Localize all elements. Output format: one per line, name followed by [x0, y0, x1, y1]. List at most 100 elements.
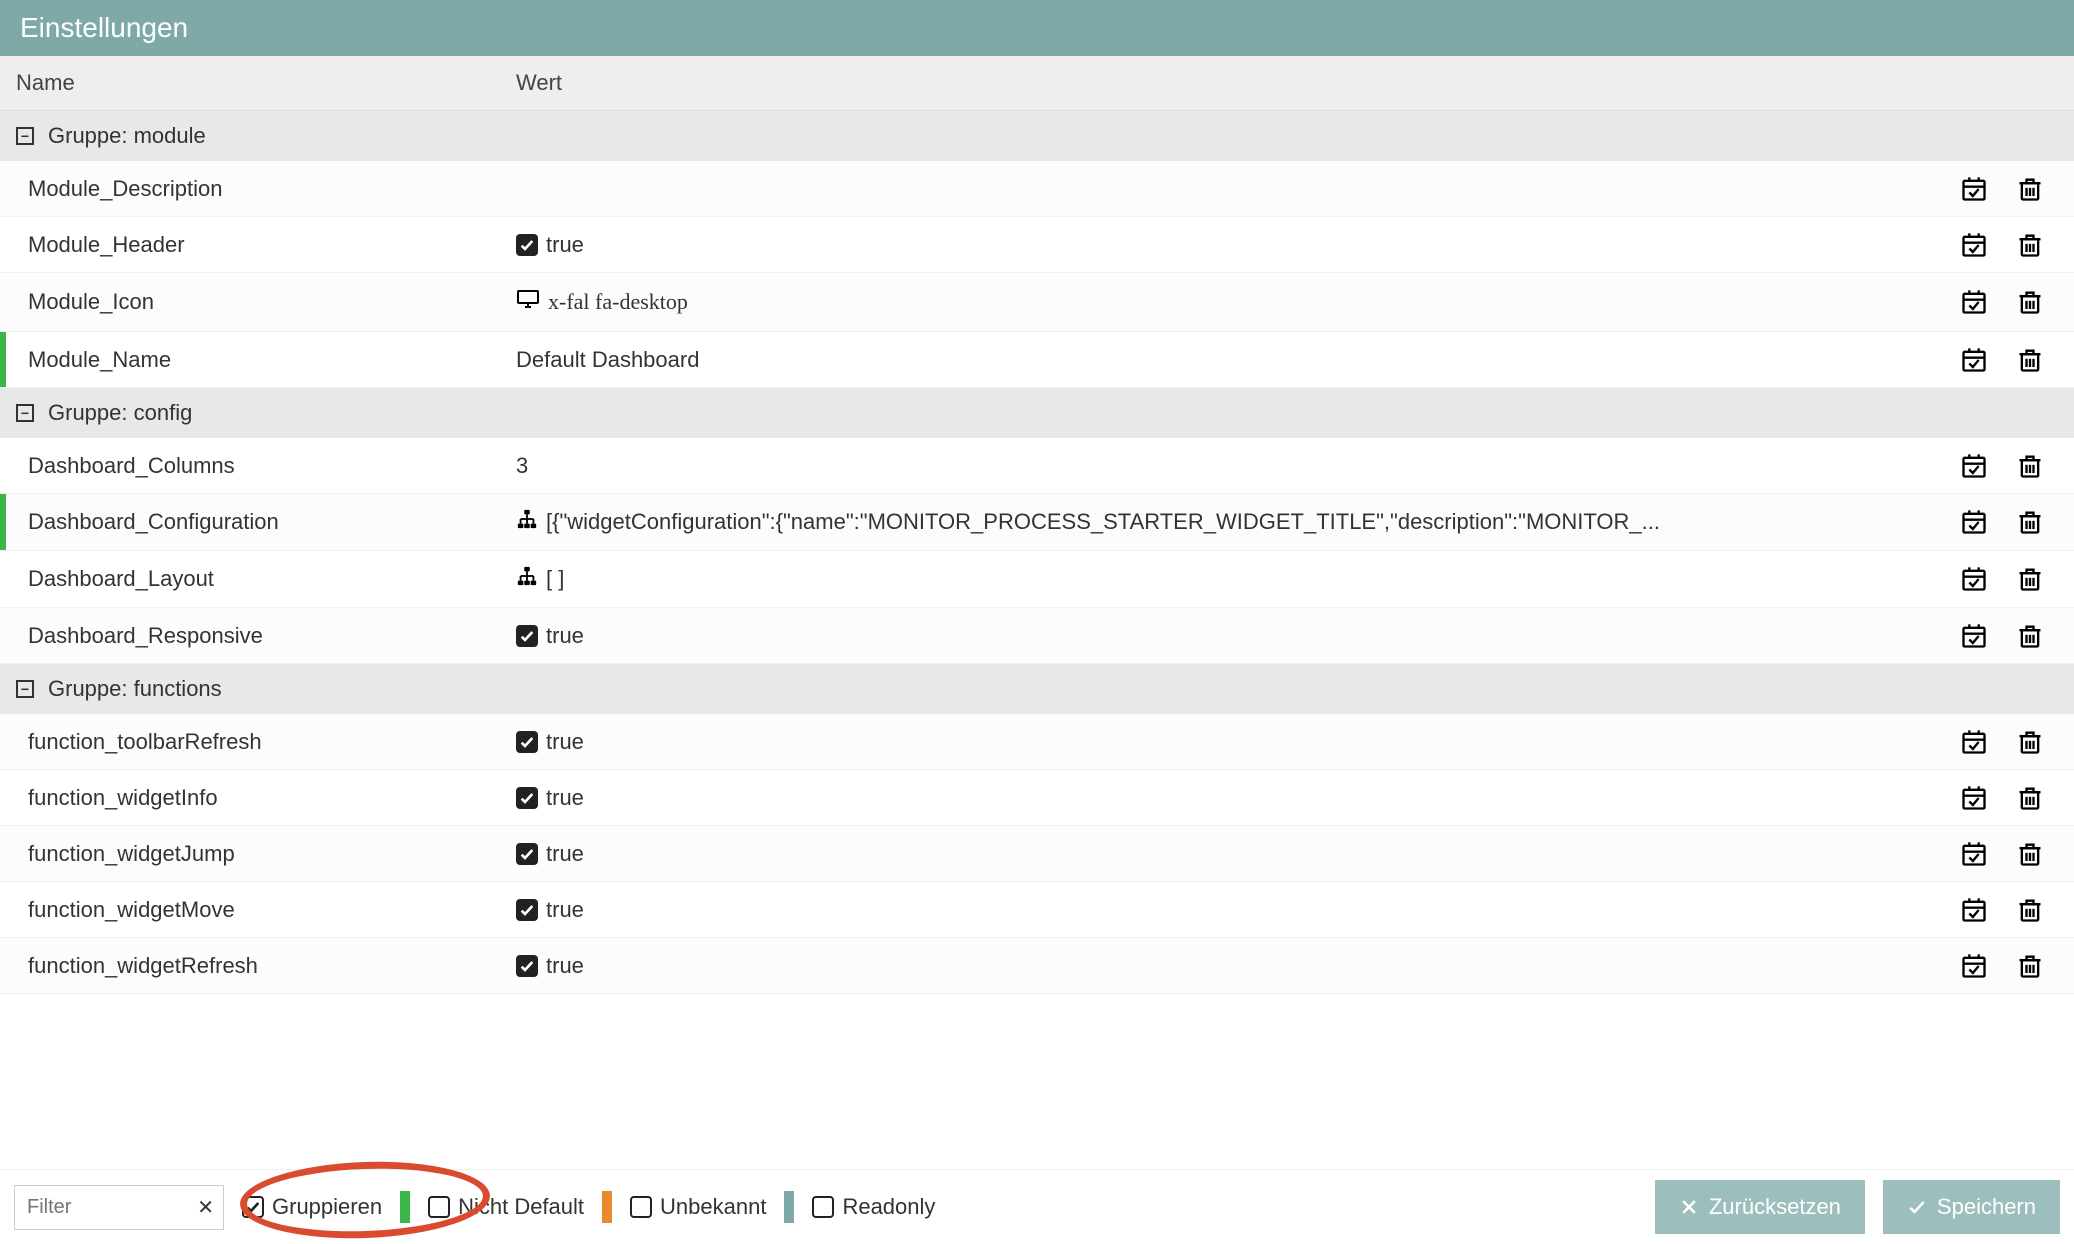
- group-header[interactable]: Gruppe: config: [0, 388, 2074, 438]
- default-value-icon[interactable]: [1960, 728, 1988, 756]
- check-badge-icon: [516, 843, 538, 865]
- footer-toolbar: ✕ Gruppieren Nicht Default Unbekannt: [0, 1169, 2074, 1244]
- group-label: Gruppe: functions: [48, 676, 222, 702]
- delete-icon[interactable]: [2016, 784, 2044, 812]
- delete-icon[interactable]: [2016, 728, 2044, 756]
- cell-name: Dashboard_Responsive: [0, 609, 500, 663]
- table-row[interactable]: Module_Description: [0, 161, 2074, 217]
- default-value-icon[interactable]: [1960, 840, 1988, 868]
- cell-value-text: x-fal fa-desktop: [548, 289, 688, 315]
- collapse-icon[interactable]: [16, 404, 34, 422]
- delete-icon[interactable]: [2016, 346, 2044, 374]
- cell-actions: [1894, 784, 2074, 812]
- cell-value[interactable]: true: [500, 939, 1894, 993]
- reset-button[interactable]: Zurücksetzen: [1655, 1180, 1865, 1234]
- delete-icon[interactable]: [2016, 175, 2044, 203]
- group-header[interactable]: Gruppe: functions: [0, 664, 2074, 714]
- readonly-checkbox[interactable]: Readonly: [812, 1194, 935, 1220]
- cell-value[interactable]: true: [500, 609, 1894, 663]
- column-header-name[interactable]: Name: [0, 56, 500, 110]
- table-row[interactable]: function_widgetInfotrue: [0, 770, 2074, 826]
- cell-value[interactable]: true: [500, 771, 1894, 825]
- delete-icon[interactable]: [2016, 565, 2044, 593]
- cell-actions: [1894, 622, 2074, 650]
- delete-icon[interactable]: [2016, 452, 2044, 480]
- table-row[interactable]: function_widgetRefreshtrue: [0, 938, 2074, 994]
- nicht-default-label: Nicht Default: [458, 1194, 584, 1220]
- cell-value-text: true: [546, 841, 584, 867]
- table-row[interactable]: Dashboard_Columns3: [0, 438, 2074, 494]
- delete-icon[interactable]: [2016, 508, 2044, 536]
- table-row[interactable]: Module_NameDefault Dashboard: [0, 332, 2074, 388]
- cell-value-text: [{"widgetConfiguration":{"name":"MONITOR…: [546, 509, 1660, 535]
- default-value-icon[interactable]: [1960, 452, 1988, 480]
- group-label: Gruppe: module: [48, 123, 206, 149]
- checkbox-unchecked-icon: [812, 1196, 834, 1218]
- save-button[interactable]: Speichern: [1883, 1180, 2060, 1234]
- delete-icon[interactable]: [2016, 840, 2044, 868]
- unbekannt-label: Unbekannt: [660, 1194, 766, 1220]
- group-header[interactable]: Gruppe: module: [0, 111, 2074, 161]
- default-value-icon[interactable]: [1960, 952, 1988, 980]
- default-value-icon[interactable]: [1960, 565, 1988, 593]
- default-value-icon[interactable]: [1960, 508, 1988, 536]
- cell-name: Dashboard_Layout: [0, 552, 500, 606]
- table-row[interactable]: Module_Headertrue: [0, 217, 2074, 273]
- cell-value[interactable]: [ ]: [500, 551, 1894, 607]
- cell-name: function_widgetMove: [0, 883, 500, 937]
- sitemap-icon: [516, 508, 538, 536]
- cell-value-text: Default Dashboard: [516, 347, 699, 373]
- table-row[interactable]: Module_Icon x-fal fa-desktop: [0, 273, 2074, 332]
- check-badge-icon: [516, 899, 538, 921]
- table-row[interactable]: Dashboard_Configuration[{"widgetConfigur…: [0, 494, 2074, 551]
- column-header-value[interactable]: Wert: [500, 56, 1894, 110]
- default-value-icon[interactable]: [1960, 896, 1988, 924]
- cell-name: Module_Icon: [0, 275, 500, 329]
- table-row[interactable]: function_widgetJumptrue: [0, 826, 2074, 882]
- delete-icon[interactable]: [2016, 622, 2044, 650]
- cell-value[interactable]: x-fal fa-desktop: [500, 273, 1894, 331]
- default-value-icon[interactable]: [1960, 175, 1988, 203]
- group-checkbox[interactable]: Gruppieren: [242, 1194, 382, 1220]
- cell-actions: [1894, 231, 2074, 259]
- table-row[interactable]: Dashboard_Layout[ ]: [0, 551, 2074, 608]
- cell-value[interactable]: true: [500, 827, 1894, 881]
- check-badge-icon: [516, 731, 538, 753]
- default-value-icon[interactable]: [1960, 288, 1988, 316]
- delete-icon[interactable]: [2016, 288, 2044, 316]
- cell-value[interactable]: true: [500, 883, 1894, 937]
- default-value-icon[interactable]: [1960, 231, 1988, 259]
- unbekannt-checkbox[interactable]: Unbekannt: [630, 1194, 766, 1220]
- cell-name: Module_Header: [0, 218, 500, 272]
- check-badge-icon: [516, 625, 538, 647]
- collapse-icon[interactable]: [16, 127, 34, 145]
- filter-box: ✕: [14, 1185, 224, 1230]
- delete-icon[interactable]: [2016, 952, 2044, 980]
- table-row[interactable]: Dashboard_Responsivetrue: [0, 608, 2074, 664]
- delete-icon[interactable]: [2016, 896, 2044, 924]
- table-body: Gruppe: module Module_DescriptionModule_H…: [0, 111, 2074, 1169]
- default-value-icon[interactable]: [1960, 784, 1988, 812]
- cell-value[interactable]: [{"widgetConfiguration":{"name":"MONITOR…: [500, 494, 1894, 550]
- table-row[interactable]: function_widgetMovetrue: [0, 882, 2074, 938]
- filter-input[interactable]: [14, 1185, 224, 1230]
- cell-actions: [1894, 840, 2074, 868]
- cell-value[interactable]: true: [500, 218, 1894, 272]
- cell-value[interactable]: true: [500, 715, 1894, 769]
- cell-value[interactable]: 3: [500, 439, 1894, 493]
- group-label: Gruppieren: [272, 1194, 382, 1220]
- clear-filter-icon[interactable]: ✕: [197, 1195, 214, 1220]
- cell-value-text: 3: [516, 453, 528, 479]
- modified-indicator: [0, 494, 6, 550]
- legend-swatch-green: [400, 1191, 410, 1223]
- default-value-icon[interactable]: [1960, 346, 1988, 374]
- delete-icon[interactable]: [2016, 231, 2044, 259]
- nicht-default-checkbox[interactable]: Nicht Default: [428, 1194, 584, 1220]
- cell-actions: [1894, 288, 2074, 316]
- cell-value[interactable]: Default Dashboard: [500, 333, 1894, 387]
- table-row[interactable]: function_toolbarRefreshtrue: [0, 714, 2074, 770]
- collapse-icon[interactable]: [16, 680, 34, 698]
- cell-value[interactable]: [500, 175, 1894, 203]
- cell-name: Module_Description: [0, 162, 500, 216]
- default-value-icon[interactable]: [1960, 622, 1988, 650]
